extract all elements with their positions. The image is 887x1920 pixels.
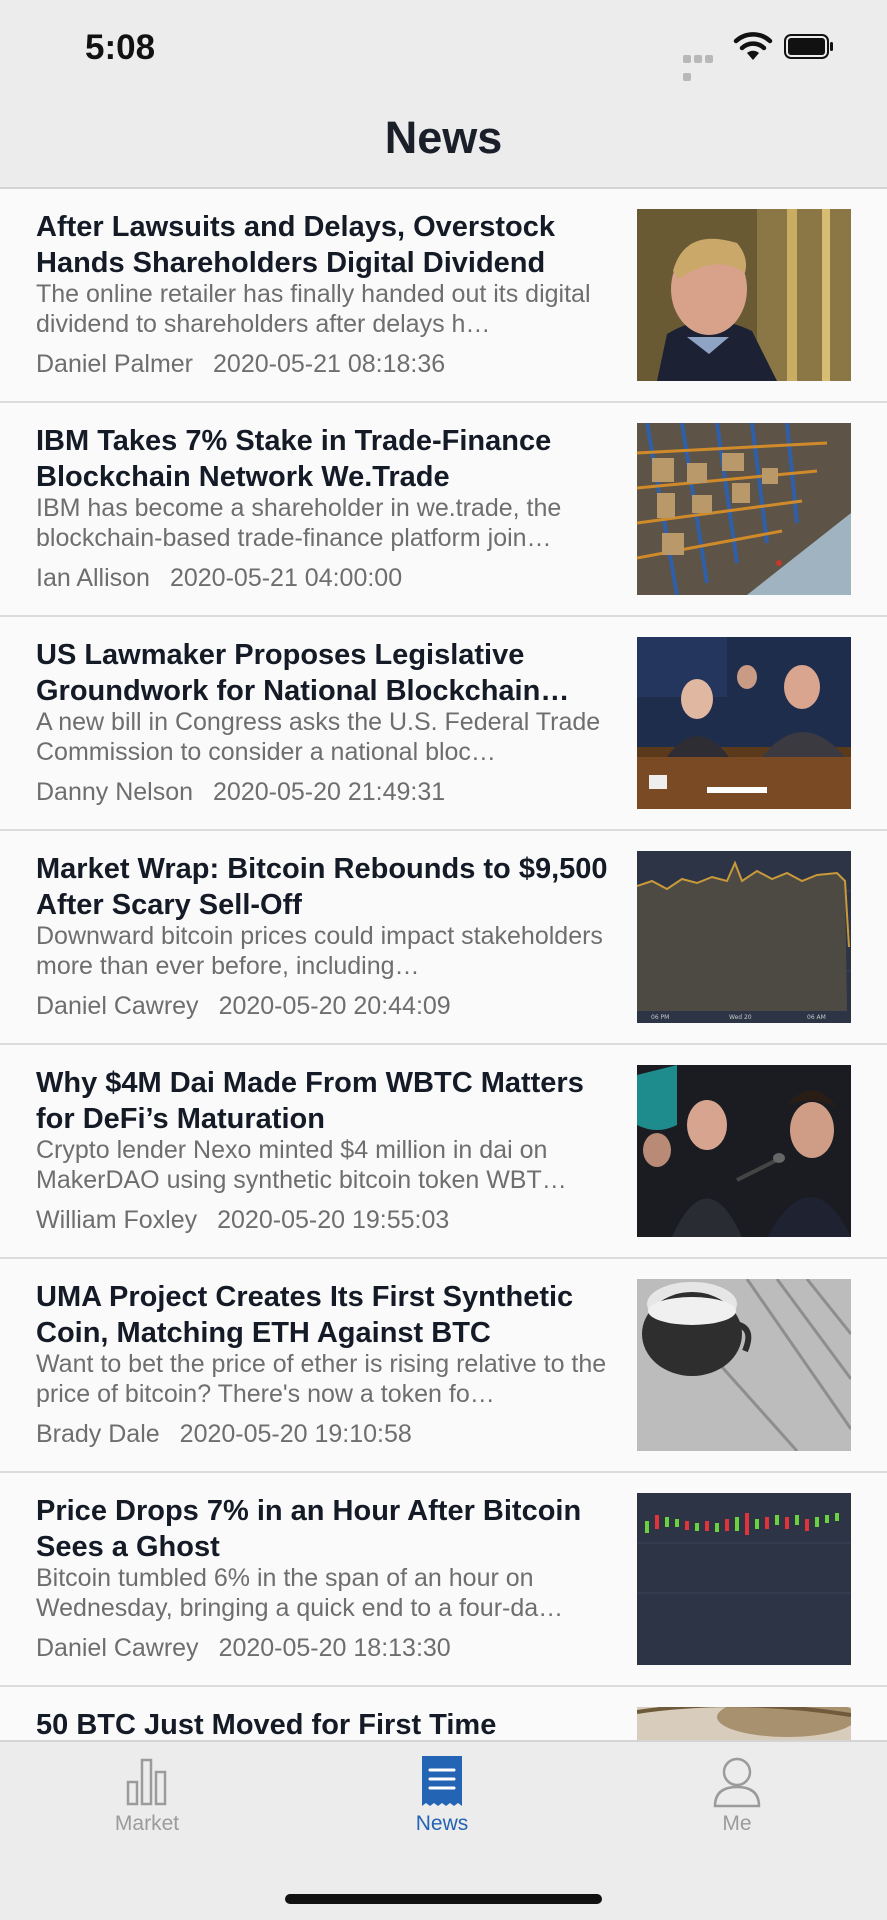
news-item-summary: Bitcoin tumbled 6% in the span of an hou… bbox=[36, 1564, 564, 1622]
news-item-title: 50 BTC Just Moved for First Time bbox=[36, 1709, 497, 1740]
news-item-date: 2020-05-21 04:00:00 bbox=[169, 564, 403, 592]
news-item-author: Daniel Cawrey bbox=[36, 1634, 199, 1662]
news-item-summary: Want to bet the price of ether is rising… bbox=[36, 1350, 607, 1408]
news-item-date: 2020-05-20 21:49:31 bbox=[213, 778, 446, 806]
news-item-author: Daniel Cawrey bbox=[36, 992, 199, 1020]
news-item-thumbnail bbox=[637, 1707, 851, 1740]
home-indicator bbox=[285, 1894, 602, 1904]
news-item-title: Why $4M Dai Made From WBTC Matters for D… bbox=[36, 1067, 584, 1135]
news-item[interactable]: Why $4M Dai Made From WBTC Matters for D… bbox=[0, 1045, 887, 1259]
news-item-date: 2020-05-20 18:13:30 bbox=[218, 1634, 451, 1662]
news-item-date: 2020-05-20 19:10:58 bbox=[179, 1420, 412, 1448]
news-item-thumbnail bbox=[637, 637, 851, 809]
news-item-meta: Daniel Cawrey 2020-05-20 18:13:30 bbox=[36, 1634, 451, 1663]
news-item-thumbnail bbox=[637, 209, 851, 381]
news-item-thumbnail bbox=[637, 1493, 851, 1665]
news-item-title: IBM Takes 7% Stake in Trade-Finance Bloc… bbox=[36, 425, 552, 493]
battery-icon bbox=[784, 34, 833, 59]
news-item-meta: Brady Dale 2020-05-20 19:10:58 bbox=[36, 1420, 412, 1449]
news-item-thumbnail: 06 PM Wed 20 06 AM bbox=[637, 851, 851, 1023]
news-item[interactable]: Market Wrap: Bitcoin Rebounds to $9,500 … bbox=[0, 831, 887, 1045]
tab-me[interactable]: Me bbox=[657, 1754, 817, 1836]
news-list[interactable]: After Lawsuits and Delays, Overstock Han… bbox=[0, 189, 887, 1740]
news-item-author: Daniel Palmer bbox=[36, 350, 194, 378]
news-item[interactable]: Price Drops 7% in an Hour After Bitcoin … bbox=[0, 1473, 887, 1687]
tab-bar: Market News Me bbox=[0, 1740, 887, 1920]
thumb-chart-label: Wed 20 bbox=[729, 1014, 752, 1021]
news-item-date: 2020-05-20 20:44:09 bbox=[218, 992, 451, 1020]
status-bar: 5:08 bbox=[0, 0, 887, 96]
news-icon bbox=[422, 1756, 462, 1806]
thumb-chart-label: 06 AM bbox=[807, 1014, 826, 1021]
news-item-summary: Crypto lender Nexo minted $4 million in … bbox=[36, 1136, 567, 1194]
news-item-title: After Lawsuits and Delays, Overstock Han… bbox=[36, 211, 555, 279]
news-item-meta: Daniel Palmer 2020-05-21 08:18:36 bbox=[36, 350, 445, 379]
news-item-summary: The online retailer has finally handed o… bbox=[36, 280, 591, 338]
person-icon bbox=[713, 1757, 761, 1808]
news-item-title: Market Wrap: Bitcoin Rebounds to $9,500 … bbox=[36, 853, 608, 921]
news-item-thumbnail bbox=[637, 423, 851, 595]
news-item-meta: Ian Allison 2020-05-21 04:00:00 bbox=[36, 564, 402, 593]
bar-chart-icon bbox=[126, 1758, 167, 1806]
news-item-summary: A new bill in Congress asks the U.S. Fed… bbox=[36, 708, 601, 766]
news-item-author: William Foxley bbox=[36, 1206, 198, 1234]
news-item[interactable]: UMA Project Creates Its First Synthetic … bbox=[0, 1259, 887, 1473]
news-item-title: UMA Project Creates Its First Synthetic … bbox=[36, 1281, 574, 1349]
news-item-title: Price Drops 7% in an Hour After Bitcoin … bbox=[36, 1495, 582, 1563]
thumb-chart-label: 06 PM bbox=[651, 1014, 669, 1021]
status-time: 5:08 bbox=[85, 28, 156, 67]
tab-market[interactable]: Market bbox=[67, 1754, 227, 1836]
tab-label: Market bbox=[114, 1812, 180, 1835]
navigation-bar: News bbox=[0, 96, 887, 189]
news-item[interactable]: 50 BTC Just Moved for First Time bbox=[0, 1687, 887, 1740]
wifi-icon bbox=[733, 32, 773, 60]
news-item-author: Brady Dale bbox=[36, 1420, 160, 1448]
news-item-summary: Downward bitcoin prices could impact sta… bbox=[36, 922, 603, 980]
news-item-author: Danny Nelson bbox=[36, 778, 194, 806]
news-item-meta: William Foxley 2020-05-20 19:55:03 bbox=[36, 1206, 449, 1235]
cellular-signal-icon bbox=[683, 50, 725, 81]
news-item-date: 2020-05-21 08:18:36 bbox=[213, 350, 446, 378]
news-item-thumbnail bbox=[637, 1065, 851, 1237]
tab-label: Me bbox=[722, 1812, 752, 1835]
news-item-summary: IBM has become a shareholder in we.trade… bbox=[36, 494, 562, 552]
news-item-date: 2020-05-20 19:55:03 bbox=[217, 1206, 450, 1234]
news-item[interactable]: US Lawmaker Proposes Legislative Groundw… bbox=[0, 617, 887, 831]
tab-label: News bbox=[415, 1812, 469, 1835]
page-title: News bbox=[384, 112, 503, 163]
news-item[interactable]: IBM Takes 7% Stake in Trade-Finance Bloc… bbox=[0, 403, 887, 617]
news-item-thumbnail bbox=[637, 1279, 851, 1451]
news-item-meta: Danny Nelson 2020-05-20 21:49:31 bbox=[36, 778, 445, 807]
news-item-author: Ian Allison bbox=[36, 564, 150, 592]
news-item-title: US Lawmaker Proposes Legislative Groundw… bbox=[36, 639, 570, 707]
tab-news[interactable]: News bbox=[362, 1754, 522, 1836]
news-item-meta: Daniel Cawrey 2020-05-20 20:44:09 bbox=[36, 992, 451, 1021]
news-item[interactable]: After Lawsuits and Delays, Overstock Han… bbox=[0, 189, 887, 403]
